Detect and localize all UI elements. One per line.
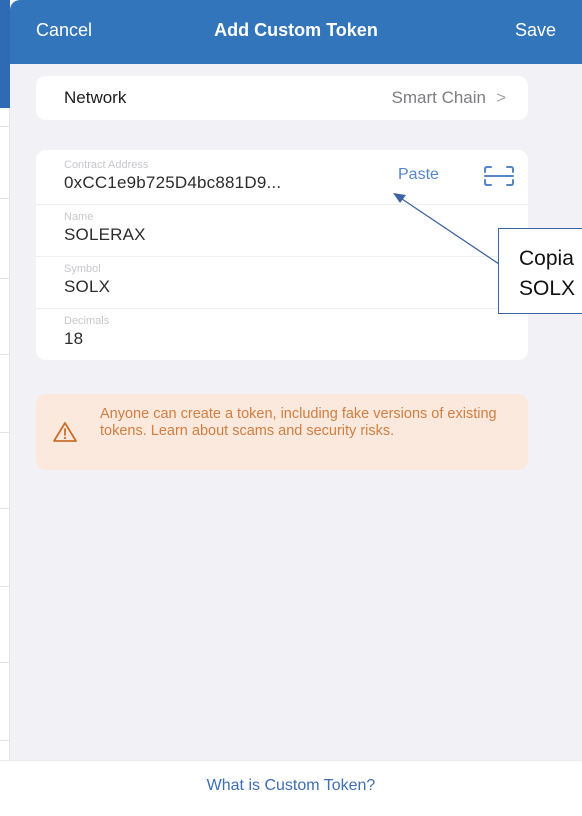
background-divider xyxy=(0,198,10,199)
annotation-callout: Copia SOLX xyxy=(498,228,582,314)
symbol-value[interactable]: SOLX xyxy=(64,276,504,298)
background-divider xyxy=(0,508,10,509)
name-label: Name xyxy=(64,211,94,223)
add-custom-token-sheet: Cancel Add Custom Token Save Network Sma… xyxy=(10,0,582,760)
chevron-right-icon: > xyxy=(496,88,506,107)
network-label: Network xyxy=(64,88,127,107)
symbol-label: Symbol xyxy=(64,263,101,275)
token-form: Contract Address 0xCC1e9b725D4bc881D9...… xyxy=(36,150,528,360)
decimals-label: Decimals xyxy=(64,315,110,327)
save-button[interactable]: Save xyxy=(515,20,556,41)
background-divider xyxy=(0,432,10,433)
network-selector[interactable]: Network Smart Chain > xyxy=(36,76,528,120)
name-field[interactable]: Name SOLERAX xyxy=(64,210,504,246)
network-value: Smart Chain xyxy=(391,88,486,107)
what-is-custom-token-link[interactable]: What is Custom Token? xyxy=(0,777,582,795)
background-divider xyxy=(0,586,10,587)
bottom-bar: What is Custom Token? xyxy=(0,760,582,816)
navigation-bar: Cancel Add Custom Token Save xyxy=(10,0,582,64)
qr-scan-icon[interactable] xyxy=(482,164,516,188)
background-header xyxy=(0,0,10,108)
warning-text[interactable]: Anyone can create a token, including fak… xyxy=(100,406,520,440)
field-divider xyxy=(36,204,528,205)
background-divider xyxy=(0,354,10,355)
name-value[interactable]: SOLERAX xyxy=(64,224,504,246)
page-title: Add Custom Token xyxy=(214,20,378,40)
field-divider xyxy=(36,256,528,257)
warning-triangle-icon xyxy=(53,422,77,442)
background-divider xyxy=(0,278,10,279)
decimals-value[interactable]: 18 xyxy=(64,328,504,350)
annotation-line-1: Copia xyxy=(519,247,574,270)
decimals-field[interactable]: Decimals 18 xyxy=(64,314,504,350)
symbol-field[interactable]: Symbol SOLX xyxy=(64,262,504,298)
field-divider xyxy=(36,308,528,309)
background-divider xyxy=(0,740,10,741)
scam-warning-banner: Anyone can create a token, including fak… xyxy=(36,394,528,470)
annotation-line-2: SOLX xyxy=(519,277,576,300)
background-divider xyxy=(0,126,10,127)
paste-button[interactable]: Paste xyxy=(398,166,439,184)
background-app-edge xyxy=(0,0,10,816)
background-divider xyxy=(0,662,10,663)
